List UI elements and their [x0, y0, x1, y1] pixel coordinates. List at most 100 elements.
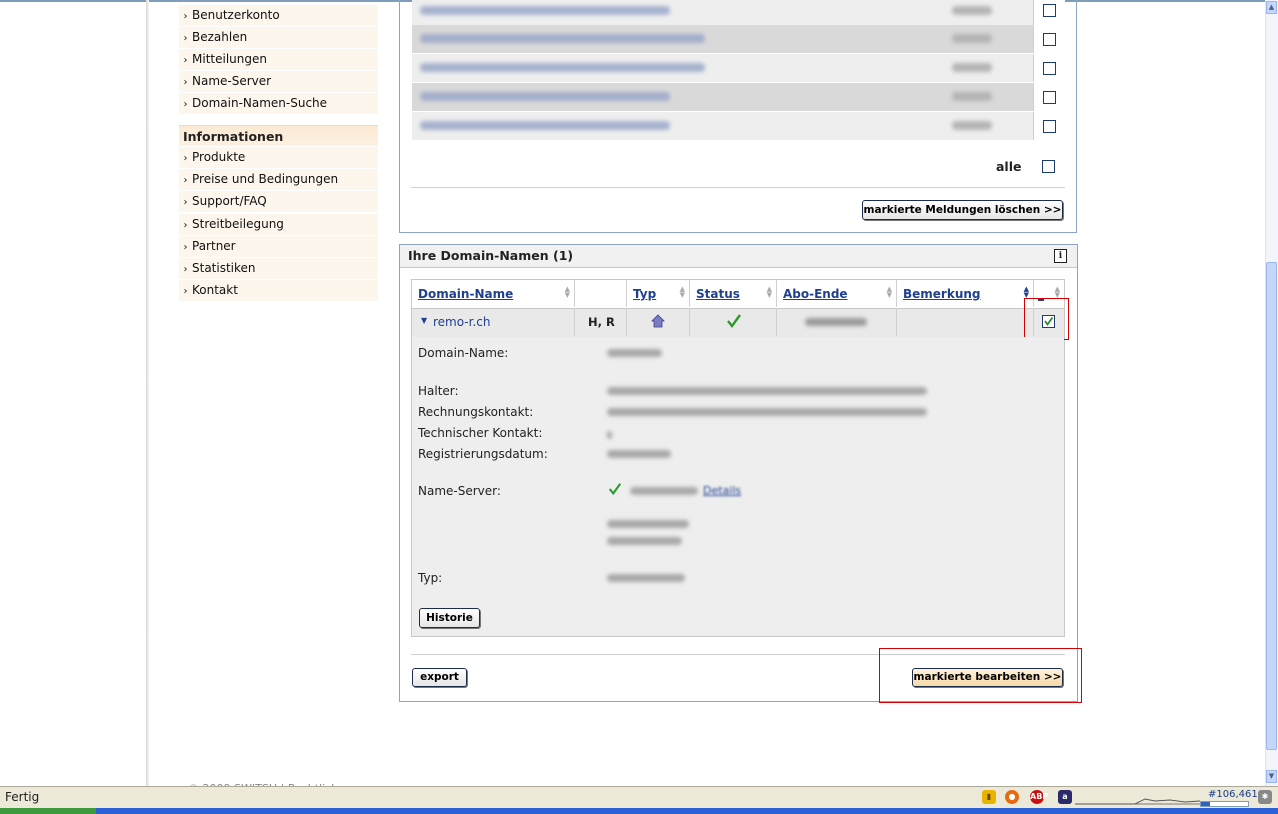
- scroll-down-icon[interactable]: ▼: [1266, 770, 1277, 783]
- sidebar-item-statistiken[interactable]: › Statistiken: [179, 258, 378, 280]
- counter-bar: [1200, 801, 1249, 807]
- column-header-bemerkung[interactable]: Bemerkung ▲ ▼: [897, 280, 1034, 307]
- start-button[interactable]: [0, 808, 96, 814]
- message-date: [952, 92, 992, 101]
- message-text: [420, 34, 705, 43]
- expand-toggle-icon[interactable]: ▼: [421, 316, 427, 325]
- sidebar-item-partner[interactable]: › Partner: [179, 236, 378, 258]
- message-date: [952, 121, 992, 130]
- scrollbar-thumb[interactable]: [1266, 262, 1277, 750]
- lock-icon[interactable]: ▮: [982, 790, 996, 804]
- extension-icon[interactable]: a: [1058, 790, 1072, 804]
- sidebar-item-benutzerkonto[interactable]: › Benutzerkonto: [179, 5, 378, 27]
- message-text: [420, 121, 670, 130]
- export-button[interactable]: export: [412, 668, 467, 687]
- select-all-label: alle: [996, 159, 1022, 174]
- sort-link-type[interactable]: Typ: [633, 287, 656, 301]
- sidebar-item-label: Statistiken: [192, 261, 256, 275]
- select-all-checkbox[interactable]: [1042, 160, 1055, 173]
- message-checkbox[interactable]: [1043, 62, 1056, 75]
- name-server-details-link[interactable]: Details: [703, 484, 741, 497]
- detail-value-tech-contact: [607, 431, 612, 439]
- column-header-abo-ende[interactable]: Abo-Ende ▲ ▼: [777, 280, 897, 307]
- name-server-date: [630, 487, 698, 495]
- sort-arrows-icon: ▲ ▼: [1023, 285, 1029, 299]
- sort-arrows-icon: ▲ ▼: [679, 285, 685, 299]
- column-header-status[interactable]: Status ▲ ▼: [690, 280, 777, 307]
- firefox-icon[interactable]: ●: [1005, 790, 1019, 804]
- sidebar-item-streitbeilegung[interactable]: › Streitbeilegung: [179, 214, 378, 236]
- gear-icon[interactable]: ✱: [1258, 790, 1272, 804]
- message-row[interactable]: [412, 25, 1065, 53]
- message-date: [952, 6, 992, 15]
- sidebar-item-mitteilungen[interactable]: › Mitteilungen: [179, 49, 378, 71]
- cell-divider: [776, 308, 777, 336]
- sidebar-item-label: Support/FAQ: [192, 194, 267, 208]
- message-text: [420, 6, 670, 15]
- divider: [411, 187, 1065, 188]
- adblock-icon[interactable]: ABP: [1030, 790, 1048, 804]
- domains-panel-title: Ihre Domain-Namen (1): [408, 248, 574, 263]
- check-icon: [727, 314, 741, 328]
- sidebar-item-support-faq[interactable]: › Support/FAQ: [179, 191, 378, 213]
- chevron-right-icon: ›: [183, 99, 188, 110]
- highlight-box: [879, 648, 1082, 703]
- chevron-right-icon: ›: [183, 286, 188, 297]
- message-row[interactable]: [412, 0, 1065, 28]
- highlight-box: [1024, 298, 1069, 340]
- message-date: [952, 34, 992, 43]
- message-checkbox[interactable]: [1043, 91, 1056, 104]
- detail-label-name-server: Name-Server:: [418, 484, 501, 498]
- sort-arrows-icon: ▲ ▼: [886, 285, 892, 299]
- message-row[interactable]: [412, 112, 1065, 140]
- detail-label-tech-contact: Technischer Kontakt:: [418, 426, 543, 440]
- sort-arrows-icon: ▲ ▼: [766, 285, 772, 299]
- sort-link-abo-ende[interactable]: Abo-Ende: [783, 287, 848, 301]
- sidebar-item-label: Benutzerkonto: [192, 8, 280, 22]
- message-checkbox[interactable]: [1043, 33, 1056, 46]
- sort-link-bemerkung[interactable]: Bemerkung: [903, 287, 981, 301]
- sidebar-item-label: Name-Server: [192, 74, 272, 88]
- chevron-right-icon: ›: [183, 264, 188, 275]
- sidebar-item-domain-namen-suche[interactable]: › Domain-Namen-Suche: [179, 93, 378, 115]
- history-button[interactable]: Historie: [419, 608, 480, 628]
- column-header-domain-name[interactable]: Domain-Name ▲ ▼: [412, 280, 575, 307]
- activity-graph-icon: [1075, 798, 1200, 805]
- message-checkbox[interactable]: [1043, 120, 1056, 133]
- detail-value-halter: [607, 387, 927, 395]
- sidebar-item-produkte[interactable]: › Produkte: [179, 147, 378, 169]
- detail-label-billing-contact: Rechnungskontakt:: [418, 405, 534, 419]
- sort-arrows-icon: ▲ ▼: [1054, 285, 1060, 299]
- detail-value-domain-name: [607, 349, 662, 357]
- domain-name-link[interactable]: remo-r.ch: [433, 315, 491, 329]
- taskbar: [0, 808, 1278, 814]
- cell-divider: [574, 308, 575, 336]
- chevron-right-icon: ›: [183, 220, 188, 231]
- cell-divider: [896, 308, 897, 336]
- sidebar-item-label: Domain-Namen-Suche: [192, 96, 328, 110]
- detail-value-registration-date: [607, 450, 671, 458]
- message-row[interactable]: [412, 54, 1065, 82]
- scroll-up-icon[interactable]: ▲: [1266, 1, 1277, 14]
- sort-link-domain-name[interactable]: Domain-Name: [418, 287, 513, 301]
- column-header-type[interactable]: Typ ▲ ▼: [627, 280, 690, 307]
- message-checkbox[interactable]: [1043, 4, 1056, 17]
- sidebar-item-label: Partner: [192, 239, 236, 253]
- message-row[interactable]: [412, 83, 1065, 111]
- delete-marked-messages-button[interactable]: markierte Meldungen löschen >>: [862, 200, 1063, 220]
- detail-label-domain-name: Domain-Name:: [418, 346, 509, 360]
- sort-link-status[interactable]: Status: [696, 287, 740, 301]
- sidebar-item-preise-und-bedingungen[interactable]: › Preise und Bedingungen: [179, 169, 378, 191]
- sidebar-item-bezahlen[interactable]: › Bezahlen: [179, 27, 378, 49]
- sort-arrows-icon: ▲ ▼: [564, 285, 570, 299]
- cell-divider: [626, 308, 627, 336]
- info-icon[interactable]: i: [1054, 249, 1067, 263]
- chevron-right-icon: ›: [183, 153, 188, 164]
- chevron-right-icon: ›: [183, 33, 188, 44]
- sidebar-item-label: Bezahlen: [192, 30, 248, 44]
- sidebar-item-label: Produkte: [192, 150, 246, 164]
- detail-label-registration-date: Registrierungsdatum:: [418, 447, 548, 461]
- sidebar-item-kontakt[interactable]: › Kontakt: [179, 280, 378, 302]
- sidebar-item-name-server[interactable]: › Name-Server: [179, 71, 378, 93]
- sidebar-item-label: Mitteilungen: [192, 52, 267, 66]
